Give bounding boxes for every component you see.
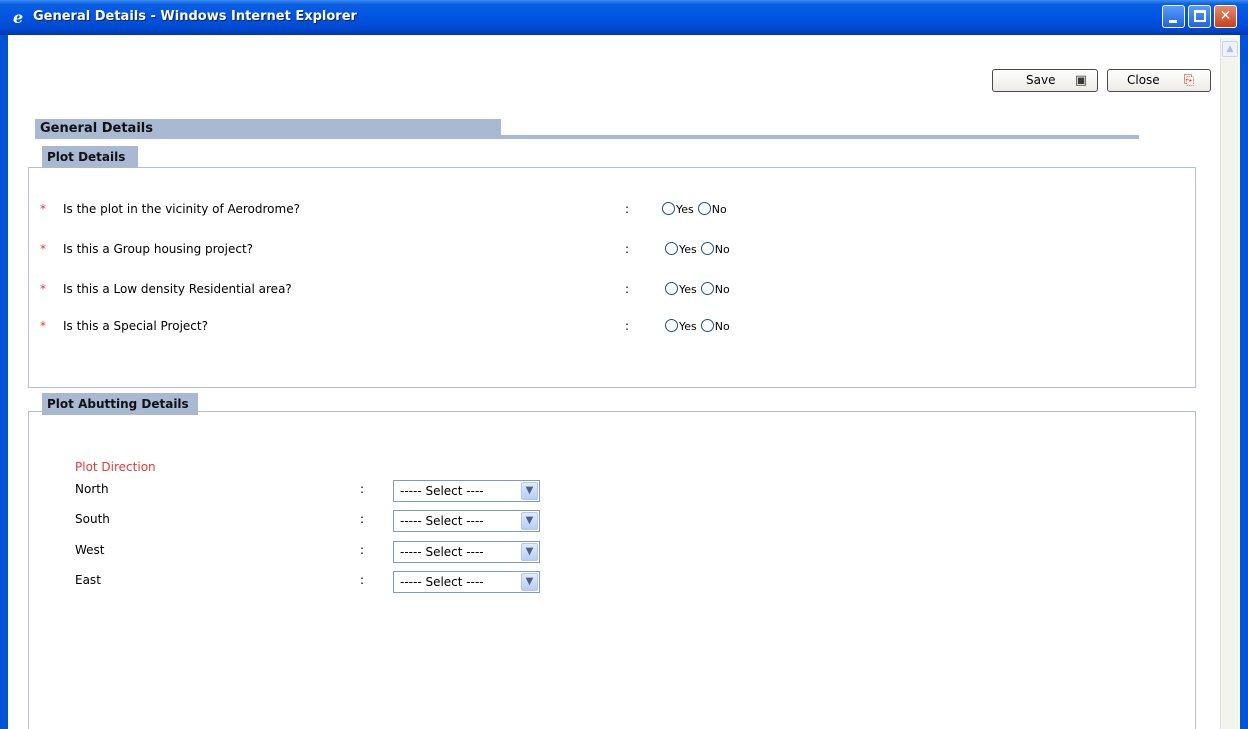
- section-title: General Details: [35, 119, 501, 139]
- separator: :: [625, 242, 630, 256]
- radio-button[interactable]: [700, 319, 714, 332]
- minimize-button[interactable]: [1162, 5, 1185, 28]
- direction-label: North: [75, 482, 109, 496]
- scroll-up-button[interactable]: ▲: [1222, 41, 1238, 57]
- close-button[interactable]: Close ⎘: [1107, 69, 1211, 92]
- required-marker: *: [40, 202, 46, 216]
- option-label: No: [714, 320, 730, 333]
- vertical-scrollbar[interactable]: ▲: [1220, 38, 1238, 729]
- radio-button[interactable]: [665, 242, 678, 255]
- low-density-no-option[interactable]: No: [700, 282, 730, 296]
- chevron-down-icon[interactable]: ▼: [521, 573, 538, 591]
- window-title: General Details - Windows Internet Explo…: [33, 9, 357, 24]
- ie-logo-icon: e: [13, 8, 24, 27]
- option-label: No: [711, 203, 727, 216]
- close-document-icon: ⎘: [1183, 73, 1195, 88]
- select-value: ----- Select ----: [400, 484, 484, 498]
- question-label: Is the plot in the vicinity of Aerodrome…: [63, 202, 300, 216]
- direction-row-west: West : ----- Select ---- ▼: [75, 541, 545, 563]
- radio-button[interactable]: [665, 319, 678, 332]
- question-row-group-housing: * Is this a Group housing project? : Yes…: [40, 242, 800, 260]
- group-housing-radio-group: Yes No: [665, 242, 734, 256]
- south-select[interactable]: ----- Select ---- ▼: [393, 510, 540, 532]
- plot-abutting-panel: [28, 411, 1196, 729]
- option-label: Yes: [676, 203, 694, 216]
- save-button-label: Save: [1026, 73, 1056, 87]
- special-project-no-option[interactable]: No: [700, 319, 730, 333]
- west-select[interactable]: ----- Select ---- ▼: [393, 541, 540, 563]
- direction-row-south: South : ----- Select ---- ▼: [75, 510, 545, 532]
- minimize-icon: [1169, 20, 1177, 23]
- window-close-button[interactable]: ✕: [1214, 5, 1237, 28]
- radio-button[interactable]: [665, 282, 678, 295]
- option-label: Yes: [679, 283, 697, 296]
- question-row-low-density: * Is this a Low density Residential area…: [40, 282, 800, 300]
- plot-details-legend: Plot Details: [42, 146, 138, 170]
- direction-row-north: North : ----- Select ---- ▼: [75, 480, 545, 502]
- chevron-down-icon[interactable]: ▼: [521, 543, 538, 561]
- chevron-down-icon[interactable]: ▼: [521, 482, 538, 500]
- question-row-special-project: * Is this a Special Project? : Yes No: [40, 319, 800, 337]
- separator: :: [360, 482, 365, 496]
- separator: :: [625, 319, 630, 333]
- option-label: Yes: [679, 320, 697, 333]
- select-value: ----- Select ----: [400, 545, 484, 559]
- plot-abutting-legend: Plot Abutting Details: [42, 393, 198, 417]
- special-project-yes-option[interactable]: Yes: [665, 319, 697, 333]
- direction-label: West: [75, 543, 105, 557]
- plot-direction-title: Plot Direction: [75, 460, 156, 474]
- window-frame-right: [1240, 35, 1248, 729]
- select-value: ----- Select ----: [400, 575, 484, 589]
- select-value: ----- Select ----: [400, 514, 484, 528]
- separator: :: [360, 573, 365, 587]
- aerodrome-no-option[interactable]: No: [697, 202, 727, 216]
- group-housing-yes-option[interactable]: Yes: [665, 242, 697, 256]
- save-button[interactable]: Save ▣: [992, 69, 1098, 92]
- required-marker: *: [40, 242, 46, 256]
- radio-button[interactable]: [697, 202, 711, 215]
- separator: :: [625, 282, 630, 296]
- aerodrome-yes-option[interactable]: Yes: [662, 202, 694, 216]
- special-project-radio-group: Yes No: [665, 319, 734, 333]
- direction-label: South: [75, 512, 110, 526]
- window-title-bar[interactable]: e General Details - Windows Internet Exp…: [0, 0, 1248, 35]
- question-label: Is this a Special Project?: [63, 319, 208, 333]
- plot-details-panel: [28, 167, 1196, 388]
- direction-label: East: [75, 573, 101, 587]
- required-marker: *: [40, 282, 46, 296]
- direction-row-east: East : ----- Select ---- ▼: [75, 571, 545, 593]
- low-density-yes-option[interactable]: Yes: [665, 282, 697, 296]
- separator: :: [360, 543, 365, 557]
- radio-button[interactable]: [662, 202, 675, 215]
- radio-button[interactable]: [700, 242, 714, 255]
- separator: :: [360, 512, 365, 526]
- aerodrome-radio-group: Yes No: [662, 202, 731, 216]
- option-label: No: [714, 283, 730, 296]
- close-button-label: Close: [1127, 73, 1160, 87]
- required-marker: *: [40, 319, 46, 333]
- question-row-aerodrome: * Is the plot in the vicinity of Aerodro…: [40, 202, 800, 220]
- option-label: Yes: [679, 243, 697, 256]
- north-select[interactable]: ----- Select ---- ▼: [393, 480, 540, 502]
- maximize-button[interactable]: [1188, 5, 1211, 28]
- question-label: Is this a Group housing project?: [63, 242, 254, 256]
- floppy-disk-icon: ▣: [1074, 73, 1088, 88]
- separator: :: [625, 202, 630, 216]
- question-label: Is this a Low density Residential area?: [63, 282, 292, 296]
- maximize-icon: [1194, 10, 1206, 22]
- east-select[interactable]: ----- Select ---- ▼: [393, 571, 540, 593]
- option-label: No: [714, 243, 730, 256]
- window-frame-left: [0, 35, 8, 729]
- section-divider: [501, 135, 1139, 139]
- group-housing-no-option[interactable]: No: [700, 242, 730, 256]
- close-icon: ✕: [1219, 8, 1232, 24]
- chevron-up-icon: ▲: [1226, 44, 1234, 54]
- chevron-down-icon[interactable]: ▼: [521, 512, 538, 530]
- low-density-radio-group: Yes No: [665, 282, 734, 296]
- radio-button[interactable]: [700, 282, 714, 295]
